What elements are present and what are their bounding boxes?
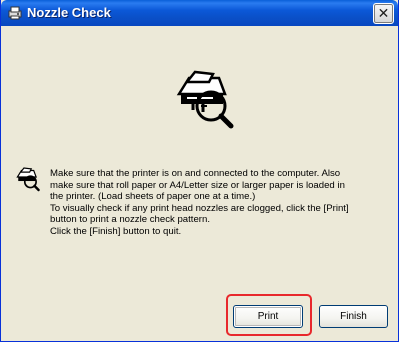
instruction-line: Make sure that the printer is on and con… [50, 168, 341, 179]
instruction-line: the printer. (Load sheets of paper one a… [50, 191, 256, 203]
instruction-line: make sure that roll paper or A4/Letter s… [50, 179, 345, 191]
dialog-body: Make sure that the printer is on and con… [4, 26, 395, 338]
nozzle-check-dialog: Nozzle Check ✕ Make sure that the printe… [0, 0, 399, 342]
printer-nozzle-icon [8, 6, 22, 20]
printer-magnifier-icon [176, 70, 234, 129]
title-bar[interactable]: Nozzle Check ✕ [1, 0, 398, 26]
print-button[interactable]: Print [233, 305, 303, 328]
instruction-text: Make sure that the printer is on and con… [50, 168, 390, 238]
close-icon: ✕ [377, 5, 390, 22]
instruction-line: To visually check if any print head nozz… [50, 202, 349, 214]
instruction-line: button to print a nozzle check pattern. [50, 214, 210, 226]
close-button[interactable]: ✕ [373, 3, 394, 24]
instruction-line: Click the [Finish] button to quit. [50, 225, 182, 237]
printer-magnifier-small-icon [16, 167, 40, 192]
finish-button[interactable]: Finish [319, 305, 388, 328]
window-title: Nozzle Check [27, 5, 111, 20]
